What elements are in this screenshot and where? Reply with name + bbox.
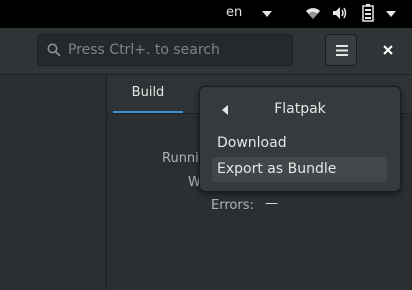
popover-title: Flatpak [274,101,326,117]
volume-icon[interactable] [332,6,348,20]
chevron-down-icon[interactable] [262,11,272,17]
chevron-down-icon[interactable] [386,11,396,17]
close-icon [383,45,393,55]
system-topbar: en [0,0,412,28]
menu-item-download-dependencies[interactable]: Download Dependencies [212,131,387,176]
wifi-icon[interactable] [305,6,321,20]
tab-build[interactable]: Build [113,75,183,113]
search-icon [47,43,61,57]
search-placeholder: Press Ctrl+. to search [68,42,220,58]
search-input[interactable]: Press Ctrl+. to search [37,34,293,66]
close-button[interactable] [378,40,398,60]
menu-icon [336,45,348,56]
errors-value: — [265,196,278,211]
menu-item-export-as-bundle[interactable]: Export as Bundle [212,157,387,182]
battery-icon[interactable] [362,4,374,22]
errors-label: Errors: [211,198,254,213]
menu-button[interactable] [325,34,357,66]
sidebar-panel [0,75,107,290]
running-label: Runni [162,151,199,166]
flatpak-popover: Flatpak Download Dependencies Export as … [199,86,401,192]
header-bar: Press Ctrl+. to search [0,28,412,75]
language-indicator[interactable]: en [226,5,242,20]
popover-header[interactable]: Flatpak [200,97,400,121]
